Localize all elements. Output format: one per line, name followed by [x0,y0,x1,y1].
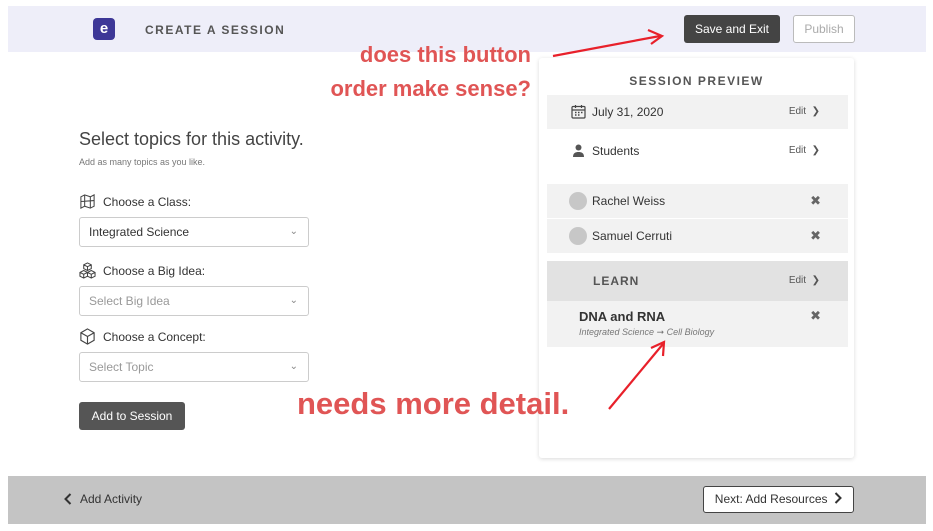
date-row: July 31, 2020 Edit ❯ [547,95,848,129]
chevron-right-icon [834,492,843,504]
cube-icon [80,328,95,345]
edit-learn-link[interactable]: Edit ❯ [789,261,820,301]
edit-date-link[interactable]: Edit ❯ [789,95,820,129]
students-row: Students Edit ❯ [547,134,848,168]
avatar [569,192,587,210]
student-name: Samuel Cerruti [592,229,673,243]
student-name: Rachel Weiss [592,194,666,208]
annotation-line-1: does this button [359,42,531,67]
concept-label-text: Choose a Concept: [103,329,206,344]
person-icon [573,144,584,157]
chevron-down-icon: ⌄ [289,295,298,306]
class-map-icon [80,194,95,209]
bigidea-select-placeholder: Select Big Idea [89,294,170,308]
edit-learn-label: Edit [788,275,807,286]
cubes-icon [79,262,96,279]
edit-students-link[interactable]: Edit ❯ [789,134,820,168]
session-preview-title: SESSION PREVIEW [629,74,764,88]
class-select[interactable]: Integrated Science ⌄ [79,217,309,247]
avatar [569,227,587,245]
app-logo[interactable]: e [93,18,115,40]
class-select-value: Integrated Science [89,225,190,239]
chevron-right-icon: ❯ [811,275,820,286]
next-add-resources-button[interactable]: Next: Add Resources [703,486,854,513]
annotation-more-detail: needs more detail. [297,386,570,421]
concept-select[interactable]: Select Topic ⌄ [79,352,309,382]
next-label: Next: Add Resources [714,492,828,506]
add-to-session-button[interactable]: Add to Session [79,402,185,430]
session-date: July 31, 2020 [592,105,664,119]
topic-row: DNA and RNA Integrated Science ➞ Cell Bi… [547,301,848,347]
bigidea-select[interactable]: Select Big Idea ⌄ [79,286,309,316]
learn-label: LEARN [593,274,640,288]
annotation-line-2: order make sense? [330,76,531,101]
form-subtitle: Add as many topics as you like. [79,157,206,167]
back-add-activity-link[interactable]: Add Activity [64,492,142,506]
back-label: Add Activity [80,492,143,506]
form-title: Select topics for this activity. [79,129,304,149]
topic-sub: Cell Biology [666,327,715,337]
students-label: Students [592,144,640,158]
topic-class: Integrated Science [579,327,655,337]
topic-title: DNA and RNA [579,309,666,324]
page-title: CREATE A SESSION [145,23,286,37]
class-label: Choose a Class: [79,193,191,210]
remove-student-icon[interactable]: ✖ [810,219,821,253]
save-and-exit-button[interactable]: Save and Exit [684,15,780,43]
edit-students-label: Edit [788,145,807,156]
chevron-right-icon: ❯ [811,106,820,117]
arrow-right-icon: ➞ [656,327,665,337]
publish-button[interactable]: Publish [793,15,855,43]
footer-bar: Add Activity Next: Add Resources [8,476,926,524]
session-preview-panel: SESSION PREVIEW July 31, 2020 Edit ❯ Stu… [539,58,854,458]
chevron-down-icon: ⌄ [289,226,298,237]
student-row: Rachel Weiss ✖ [547,184,848,218]
edit-date-label: Edit [788,106,807,117]
concept-label: Choose a Concept: [79,328,206,345]
annotation-button-order: does this button order make sense? [295,38,531,106]
class-label-text: Choose a Class: [103,194,192,209]
learn-row: LEARN Edit ❯ [547,261,848,301]
concept-select-placeholder: Select Topic [89,360,154,374]
chevron-right-icon: ❯ [811,145,820,156]
bigidea-label-text: Choose a Big Idea: [103,263,206,278]
remove-topic-icon[interactable]: ✖ [810,301,821,331]
chevron-down-icon: ⌄ [289,361,298,372]
calendar-icon [571,105,586,119]
chevron-left-icon [64,493,72,505]
bigidea-label: Choose a Big Idea: [79,262,205,279]
topic-path: Integrated Science ➞ Cell Biology [579,327,714,338]
student-row: Samuel Cerruti ✖ [547,219,848,253]
remove-student-icon[interactable]: ✖ [810,184,821,218]
